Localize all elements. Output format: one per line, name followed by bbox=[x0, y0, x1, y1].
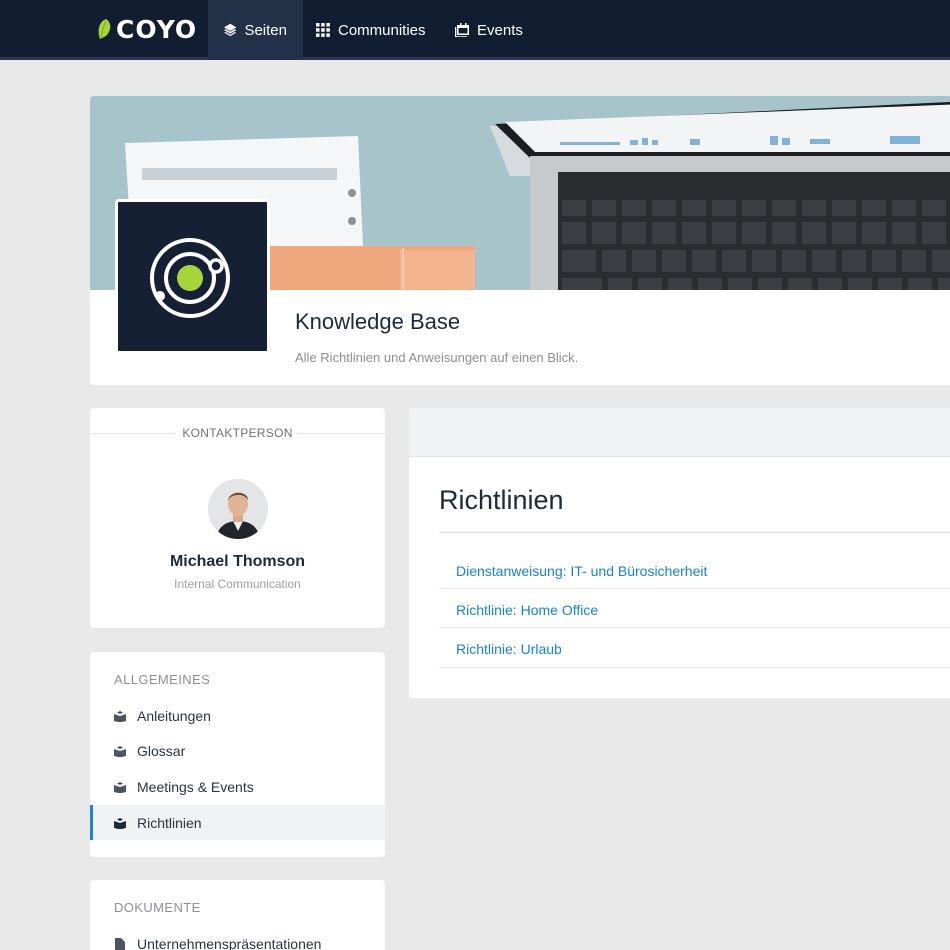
list-divider bbox=[439, 667, 950, 668]
grid-icon bbox=[316, 23, 330, 37]
file-icon bbox=[115, 937, 125, 950]
title-divider bbox=[439, 532, 950, 533]
orbit-icon bbox=[149, 237, 230, 318]
page-title: Knowledge Base bbox=[295, 309, 461, 334]
person-photo-icon bbox=[208, 479, 268, 539]
nav-link-anleitungen[interactable]: Anleitungen bbox=[90, 698, 385, 733]
nav-events-label: Events bbox=[477, 21, 523, 39]
document-link[interactable]: Richtlinie: Home Office bbox=[456, 602, 598, 618]
general-section-title: ALLGEMEINES bbox=[114, 672, 211, 687]
general-navigation-card: ALLGEMEINES Anleitungen Glossar Meetings… bbox=[90, 652, 385, 857]
books-icon bbox=[114, 781, 126, 793]
nav-link-label: Richtlinien bbox=[137, 814, 202, 831]
document-link[interactable]: Richtlinie: Urlaub bbox=[456, 641, 562, 657]
nav-link-label: Glossar bbox=[137, 742, 186, 759]
page-header-card: Knowledge Base Alle Richtlinien und Anwe… bbox=[90, 96, 950, 385]
nav-link-glossar[interactable]: Glossar bbox=[90, 733, 385, 768]
nav-link-label: Unternehmenspräsentationen bbox=[137, 935, 322, 950]
leaf-logo-icon bbox=[98, 19, 111, 39]
content-title: Richtlinien bbox=[439, 485, 564, 515]
list-divider bbox=[439, 627, 950, 628]
nav-communities-label: Communities bbox=[338, 21, 426, 39]
page-subtitle: Alle Richtlinien und Anweisungen auf ein… bbox=[295, 350, 579, 365]
nav-link-label: Anleitungen bbox=[137, 707, 211, 724]
calendar-icon bbox=[455, 23, 469, 37]
books-icon bbox=[114, 710, 126, 722]
coyo-logo[interactable]: COYO bbox=[97, 14, 197, 44]
avatar[interactable] bbox=[208, 479, 268, 539]
nav-link-meetings-events[interactable]: Meetings & Events bbox=[90, 769, 385, 804]
main-content-card: Richtlinien Dienstanweisung: IT- und Bür… bbox=[409, 408, 950, 698]
documents-section-title: DOKUMENTE bbox=[114, 900, 201, 915]
layers-icon bbox=[224, 23, 237, 37]
nav-seiten[interactable]: Seiten bbox=[208, 0, 303, 60]
top-navigation-bar: COYO Seiten Communities Events bbox=[0, 0, 950, 60]
contact-heading: KONTAKTPERSON bbox=[90, 426, 385, 440]
content-toolbar bbox=[409, 408, 950, 457]
list-divider bbox=[439, 588, 950, 589]
books-icon bbox=[114, 817, 126, 829]
nav-link-richtlinien[interactable]: Richtlinien bbox=[90, 805, 385, 840]
nav-seiten-label: Seiten bbox=[244, 21, 287, 39]
nav-events[interactable]: Events bbox=[439, 0, 539, 60]
page-avatar[interactable] bbox=[115, 199, 270, 354]
contact-person-card: KONTAKTPERSON Michael Thomson Internal C… bbox=[90, 408, 385, 628]
document-link[interactable]: Dienstanweisung: IT- und Bürosicherheit bbox=[456, 563, 707, 579]
nav-link-label: Meetings & Events bbox=[137, 778, 254, 795]
brand-name: COYO bbox=[116, 14, 198, 44]
contact-heading-label: KONTAKTPERSON bbox=[182, 426, 293, 440]
nav-communities[interactable]: Communities bbox=[300, 0, 442, 60]
nav-link-unternehmenspraesentationen[interactable]: Unternehmenspräsentationen bbox=[90, 926, 385, 950]
documents-navigation-card: DOKUMENTE Unternehmenspräsentationen bbox=[90, 880, 385, 950]
contact-name[interactable]: Michael Thomson bbox=[90, 553, 385, 571]
contact-role: Internal Communication bbox=[174, 577, 301, 591]
books-icon bbox=[114, 745, 126, 757]
